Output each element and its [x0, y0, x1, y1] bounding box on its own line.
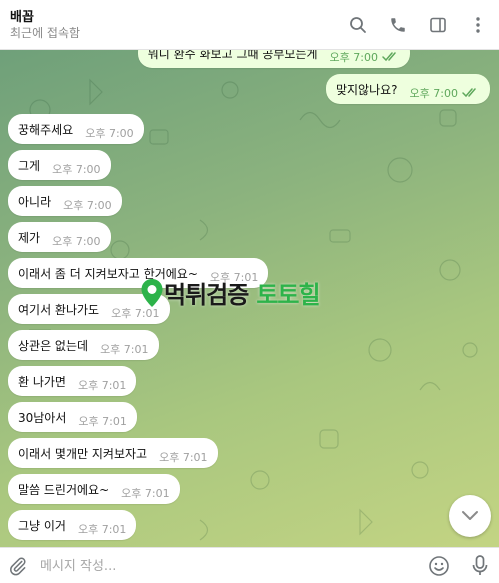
- outgoing-message[interactable]: 맞지않나요? 오후 7:00: [325, 74, 490, 104]
- message-text: 여기서 환나가도: [18, 302, 100, 317]
- outgoing-message[interactable]: 뭐니 환수 화보고 그때 공부모는게 오후 7:00: [137, 50, 410, 68]
- map-pin-icon: [141, 278, 163, 307]
- watermark-text-2: 토토힐: [256, 281, 320, 309]
- message-time: 오후 7:01: [159, 451, 208, 464]
- read-receipt-icon: [462, 88, 480, 98]
- message-time: 오후 7:01: [77, 523, 127, 536]
- incoming-message[interactable]: 환 나가면 오후 7:01: [8, 366, 137, 396]
- message-time: 오후 7:00: [63, 199, 112, 212]
- message-time: 오후 7:00: [85, 127, 134, 140]
- microphone-icon[interactable]: [470, 554, 490, 582]
- message-text: 그게: [18, 158, 41, 173]
- message-text: 아니라: [18, 194, 52, 209]
- message-time: 오후 7:00: [52, 163, 101, 176]
- message-time: 오후 7:00: [52, 235, 101, 248]
- message-text: 맞지않나요?: [335, 82, 398, 97]
- watermark-text-1: 먹튀검증: [164, 281, 249, 309]
- chat-header: 배꼽 최근에 접속함: [0, 0, 499, 50]
- message-time: 오후 7:01: [77, 379, 127, 392]
- message-text: 상관은 없는데: [18, 338, 89, 353]
- incoming-message[interactable]: 그게 오후 7:00: [8, 150, 111, 180]
- message-text: 이래서 몇개만 지켜보자고: [18, 446, 148, 461]
- message-input[interactable]: [40, 554, 410, 578]
- emoji-icon[interactable]: [428, 555, 450, 581]
- message-text: 꿍해주세요: [18, 122, 74, 137]
- more-vert-icon[interactable]: [465, 12, 491, 38]
- message-time: 오후 7:01: [121, 487, 170, 500]
- message-composer: [0, 547, 499, 583]
- message-text: 제가: [18, 230, 41, 245]
- incoming-message[interactable]: 그냥 이거 오후 7:01: [8, 510, 137, 540]
- message-time: 오후 7:01: [100, 343, 149, 356]
- contact-status: 최근에 접속함: [10, 26, 81, 40]
- incoming-message[interactable]: 제가 오후 7:00: [8, 222, 111, 252]
- message-text: 뭐니 환수 화보고 그때 공부모는게: [147, 50, 318, 61]
- header-actions: [345, 12, 491, 38]
- incoming-message[interactable]: 꿍해주세요 오후 7:00: [8, 114, 144, 144]
- attach-icon[interactable]: [8, 556, 28, 580]
- contact-name[interactable]: 배꼽: [10, 6, 34, 25]
- sidebar-toggle-icon[interactable]: [425, 12, 451, 38]
- message-text: 환 나가면: [18, 374, 66, 389]
- message-text: 30남아서: [18, 410, 67, 425]
- incoming-message[interactable]: 상관은 없는데 오후 7:01: [8, 330, 159, 360]
- search-icon[interactable]: [345, 12, 371, 38]
- scroll-down-button[interactable]: [449, 495, 491, 537]
- chevron-down-icon: [462, 511, 478, 520]
- incoming-message[interactable]: 이래서 몇개만 지켜보자고 오후 7:01: [8, 438, 218, 468]
- message-time: 오후 7:00: [409, 87, 458, 100]
- incoming-message[interactable]: 아니라 오후 7:00: [8, 186, 122, 216]
- message-time: 오후 7:00: [329, 51, 378, 64]
- phone-icon[interactable]: [385, 12, 411, 38]
- incoming-message[interactable]: 말씀 드린거에요~ 오후 7:01: [8, 474, 180, 504]
- message-list[interactable]: 뭐니 환수 화보고 그때 공부모는게 오후 7:00 맞지않나요? 오후 7:00 꿍해…: [0, 50, 499, 547]
- message-text: 그냥 이거: [18, 518, 66, 533]
- watermark: 먹튀검증 토토힐: [140, 275, 321, 310]
- read-receipt-icon: [382, 52, 400, 62]
- incoming-message[interactable]: 30남아서 오후 7:01: [8, 402, 137, 432]
- message-text: 말씀 드린거에요~: [18, 482, 110, 497]
- message-time: 오후 7:01: [78, 415, 127, 428]
